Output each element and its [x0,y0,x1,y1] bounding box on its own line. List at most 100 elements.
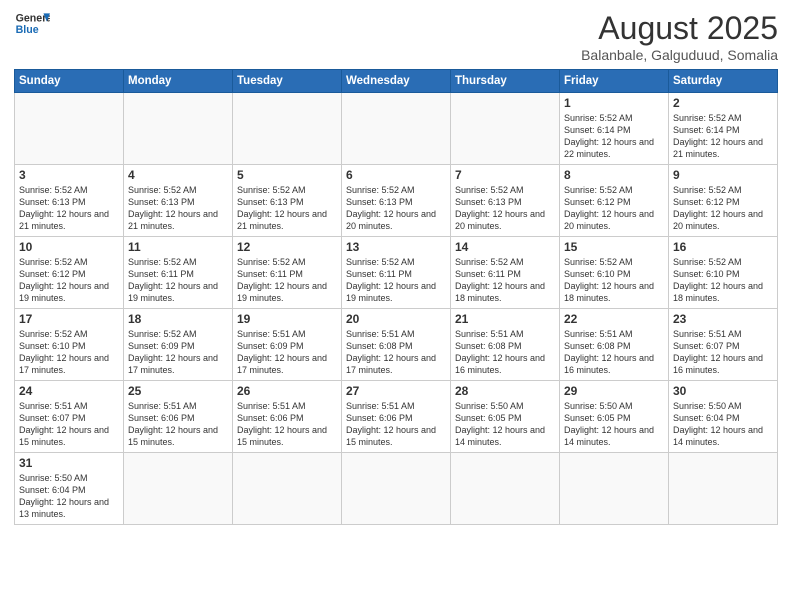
calendar-cell [15,93,124,165]
day-number: 11 [128,240,228,254]
calendar-cell: 11 Sunrise: 5:52 AM Sunset: 6:11 PM Dayli… [124,237,233,309]
day-number: 13 [346,240,446,254]
calendar-week-4: 24Sunrise: 5:51 AM Sunset: 6:07 PM Dayli… [15,381,778,453]
header-tuesday: Tuesday [233,70,342,93]
calendar-cell: 12 Sunrise: 5:52 AM Sunset: 6:11 PM Dayli… [233,237,342,309]
day-info: Sunrise: 5:52 AM Sunset: 6:11 PM Dayligh… [128,256,228,305]
day-number: 30 [673,384,773,398]
weekday-header-row: Sunday Monday Tuesday Wednesday Thursday… [15,70,778,93]
day-number: 14 [455,240,555,254]
calendar-cell: 21Sunrise: 5:51 AM Sunset: 6:08 PM Dayli… [451,309,560,381]
day-info: Sunrise: 5:52 AM Sunset: 6:10 PM Dayligh… [564,256,664,305]
day-number: 17 [19,312,119,326]
calendar-cell [669,453,778,525]
day-info: Sunrise: 5:51 AM Sunset: 6:08 PM Dayligh… [564,328,664,377]
calendar-cell [233,93,342,165]
calendar-cell [342,453,451,525]
calendar-week-1: 3 Sunrise: 5:52 AM Sunset: 6:13 PM Daylig… [15,165,778,237]
header-monday: Monday [124,70,233,93]
calendar-cell: 22 Sunrise: 5:51 AM Sunset: 6:08 PM Dayli… [560,309,669,381]
calendar-cell: 9Sunrise: 5:52 AM Sunset: 6:12 PM Daylig… [669,165,778,237]
day-info: Sunrise: 5:52 AM Sunset: 6:13 PM Dayligh… [237,184,337,233]
calendar-cell: 13 Sunrise: 5:52 AM Sunset: 6:11 PM Dayli… [342,237,451,309]
day-info: Sunrise: 5:51 AM Sunset: 6:06 PM Dayligh… [237,400,337,449]
calendar-cell: 23 Sunrise: 5:51 AM Sunset: 6:07 PM Dayli… [669,309,778,381]
day-number: 22 [564,312,664,326]
month-year: August 2025 [581,10,778,47]
calendar-cell: 17 Sunrise: 5:52 AM Sunset: 6:10 PM Dayli… [15,309,124,381]
day-number: 16 [673,240,773,254]
calendar-cell: 30Sunrise: 5:50 AM Sunset: 6:04 PM Dayli… [669,381,778,453]
calendar-cell [451,453,560,525]
day-number: 28 [455,384,555,398]
calendar-cell: 8Sunrise: 5:52 AM Sunset: 6:12 PM Daylig… [560,165,669,237]
day-info: Sunrise: 5:50 AM Sunset: 6:05 PM Dayligh… [564,400,664,449]
calendar-week-3: 17 Sunrise: 5:52 AM Sunset: 6:10 PM Dayli… [15,309,778,381]
calendar-table: Sunday Monday Tuesday Wednesday Thursday… [14,69,778,525]
calendar-cell: 31Sunrise: 5:50 AM Sunset: 6:04 PM Dayli… [15,453,124,525]
day-number: 5 [237,168,337,182]
calendar-cell: 3 Sunrise: 5:52 AM Sunset: 6:13 PM Daylig… [15,165,124,237]
day-info: Sunrise: 5:51 AM Sunset: 6:09 PM Dayligh… [237,328,337,377]
location: Balanbale, Galguduud, Somalia [581,47,778,63]
day-number: 4 [128,168,228,182]
day-number: 29 [564,384,664,398]
calendar-cell: 10Sunrise: 5:52 AM Sunset: 6:12 PM Dayli… [15,237,124,309]
header-thursday: Thursday [451,70,560,93]
calendar-cell [124,93,233,165]
day-number: 9 [673,168,773,182]
day-number: 8 [564,168,664,182]
day-info: Sunrise: 5:51 AM Sunset: 6:08 PM Dayligh… [455,328,555,377]
header-sunday: Sunday [15,70,124,93]
calendar-cell: 16 Sunrise: 5:52 AM Sunset: 6:10 PM Dayli… [669,237,778,309]
day-info: Sunrise: 5:50 AM Sunset: 6:04 PM Dayligh… [19,472,119,521]
calendar-cell: 25Sunrise: 5:51 AM Sunset: 6:06 PM Dayli… [124,381,233,453]
header-saturday: Saturday [669,70,778,93]
calendar-week-0: 1 Sunrise: 5:52 AM Sunset: 6:14 PM Daylig… [15,93,778,165]
day-number: 12 [237,240,337,254]
calendar-cell [451,93,560,165]
calendar-cell: 18Sunrise: 5:52 AM Sunset: 6:09 PM Dayli… [124,309,233,381]
day-number: 27 [346,384,446,398]
day-number: 23 [673,312,773,326]
day-number: 26 [237,384,337,398]
day-info: Sunrise: 5:52 AM Sunset: 6:13 PM Dayligh… [455,184,555,233]
day-info: Sunrise: 5:51 AM Sunset: 6:07 PM Dayligh… [19,400,119,449]
calendar-week-5: 31Sunrise: 5:50 AM Sunset: 6:04 PM Dayli… [15,453,778,525]
calendar-cell: 26 Sunrise: 5:51 AM Sunset: 6:06 PM Dayli… [233,381,342,453]
day-number: 3 [19,168,119,182]
calendar-cell: 4 Sunrise: 5:52 AM Sunset: 6:13 PM Daylig… [124,165,233,237]
calendar-cell: 27 Sunrise: 5:51 AM Sunset: 6:06 PM Dayli… [342,381,451,453]
day-info: Sunrise: 5:52 AM Sunset: 6:11 PM Dayligh… [237,256,337,305]
day-info: Sunrise: 5:52 AM Sunset: 6:13 PM Dayligh… [128,184,228,233]
day-info: Sunrise: 5:51 AM Sunset: 6:06 PM Dayligh… [346,400,446,449]
day-info: Sunrise: 5:51 AM Sunset: 6:07 PM Dayligh… [673,328,773,377]
calendar-cell [560,453,669,525]
calendar-cell: 6Sunrise: 5:52 AM Sunset: 6:13 PM Daylig… [342,165,451,237]
calendar-cell [342,93,451,165]
calendar-cell: 20Sunrise: 5:51 AM Sunset: 6:08 PM Dayli… [342,309,451,381]
calendar-cell: 14Sunrise: 5:52 AM Sunset: 6:11 PM Dayli… [451,237,560,309]
calendar-cell: 19Sunrise: 5:51 AM Sunset: 6:09 PM Dayli… [233,309,342,381]
calendar-cell [233,453,342,525]
day-info: Sunrise: 5:52 AM Sunset: 6:10 PM Dayligh… [673,256,773,305]
day-info: Sunrise: 5:52 AM Sunset: 6:10 PM Dayligh… [19,328,119,377]
day-number: 1 [564,96,664,110]
header-area: General Blue August 2025 Balanbale, Galg… [14,10,778,63]
header-friday: Friday [560,70,669,93]
calendar-cell: 28 Sunrise: 5:50 AM Sunset: 6:05 PM Dayli… [451,381,560,453]
day-info: Sunrise: 5:52 AM Sunset: 6:11 PM Dayligh… [346,256,446,305]
header-wednesday: Wednesday [342,70,451,93]
day-number: 15 [564,240,664,254]
day-info: Sunrise: 5:52 AM Sunset: 6:14 PM Dayligh… [564,112,664,161]
calendar-cell: 15 Sunrise: 5:52 AM Sunset: 6:10 PM Dayli… [560,237,669,309]
day-info: Sunrise: 5:52 AM Sunset: 6:09 PM Dayligh… [128,328,228,377]
day-info: Sunrise: 5:52 AM Sunset: 6:13 PM Dayligh… [19,184,119,233]
day-number: 10 [19,240,119,254]
day-info: Sunrise: 5:50 AM Sunset: 6:05 PM Dayligh… [455,400,555,449]
calendar-cell: 29 Sunrise: 5:50 AM Sunset: 6:05 PM Dayli… [560,381,669,453]
page: General Blue August 2025 Balanbale, Galg… [0,0,792,612]
day-number: 6 [346,168,446,182]
calendar-cell: 5 Sunrise: 5:52 AM Sunset: 6:13 PM Daylig… [233,165,342,237]
generalblue-logo-icon: General Blue [14,10,50,38]
